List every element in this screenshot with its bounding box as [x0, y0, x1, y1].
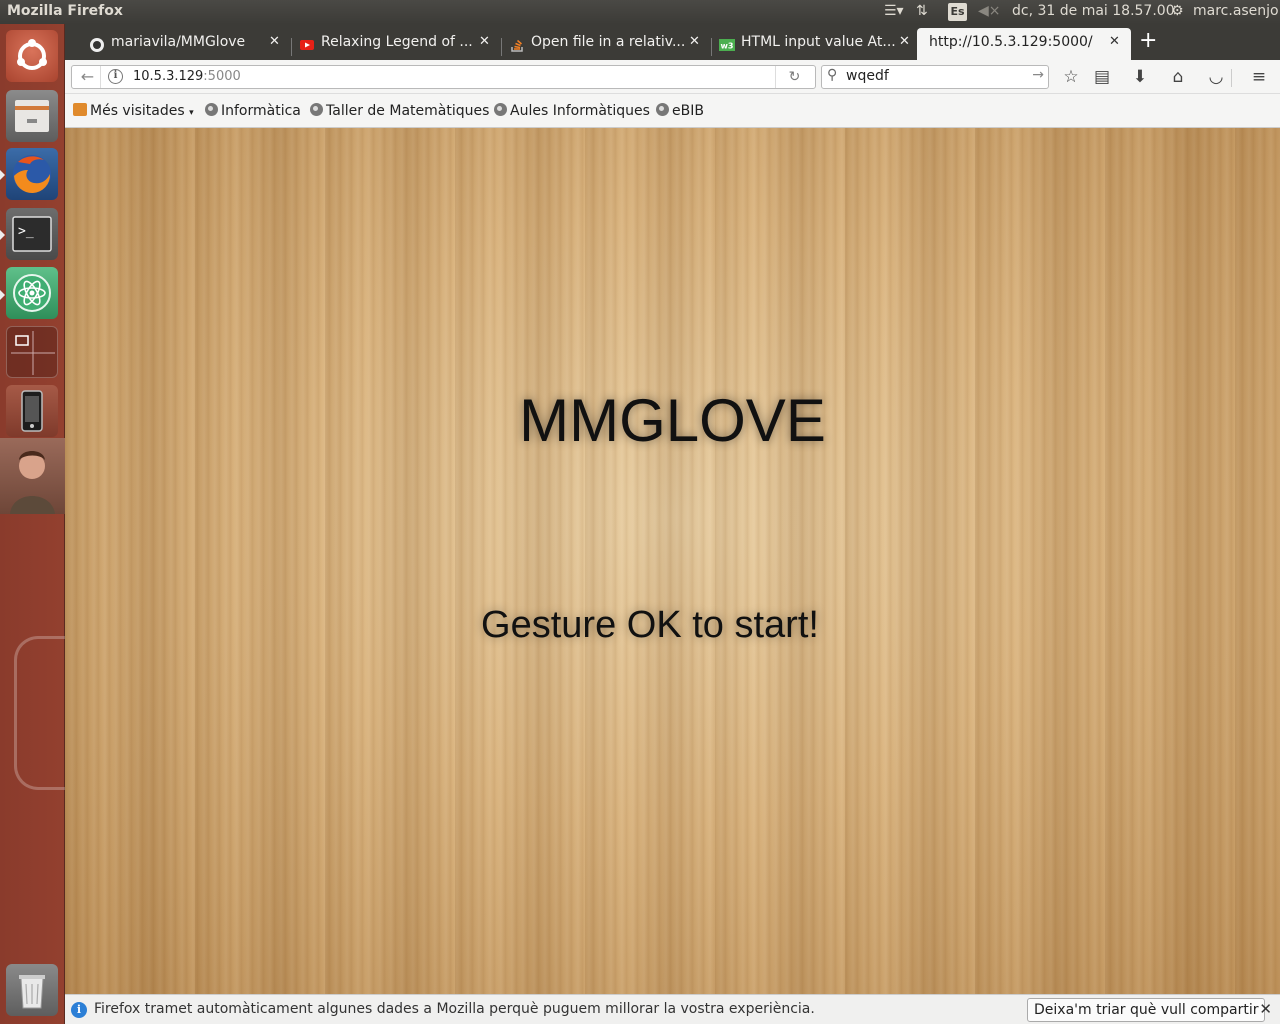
close-tab-icon[interactable]: ✕: [479, 34, 490, 49]
svg-text:>_: >_: [18, 224, 34, 239]
search-icon: ⚲: [827, 67, 838, 83]
running-indicator: [0, 230, 5, 240]
site-info-icon[interactable]: i: [108, 69, 123, 84]
url-port: :5000: [203, 69, 241, 84]
bookmark-aules-informatiques[interactable]: Aules Informàtiques: [494, 103, 650, 119]
trash-icon[interactable]: [6, 964, 58, 1016]
tab-label: Relaxing Legend of ...: [321, 34, 473, 50]
tab-mmglove-github[interactable]: mariavila/MMGlove ✕: [81, 28, 291, 60]
w3schools-icon: w3: [719, 37, 735, 53]
navigation-bar: ← i 10.5.3.129:5000 ↻ ⚲ wqedf → ☆ ▤ ⬇ ⌂ …: [65, 60, 1280, 94]
bookmark-label: Aules Informàtiques: [510, 103, 650, 119]
terminal-icon[interactable]: >_: [6, 208, 58, 260]
window-title: Mozilla Firefox: [7, 3, 123, 19]
home-icon[interactable]: ⌂: [1165, 65, 1191, 89]
tab-label: mariavila/MMGlove: [111, 34, 246, 50]
svg-text:w3: w3: [721, 42, 734, 51]
stackoverflow-icon: [509, 37, 525, 53]
url-text[interactable]: 10.5.3.129:5000: [133, 69, 241, 84]
back-arrow-icon[interactable]: ←: [75, 66, 101, 88]
files-icon[interactable]: [6, 90, 58, 142]
top-panel: Mozilla Firefox ☰▾ ⇅ Es ◀× dc, 31 de mai…: [0, 0, 1280, 24]
keyboard-layout-indicator[interactable]: Es: [948, 3, 967, 21]
tab-stackoverflow[interactable]: Open file in a relativ... ✕: [501, 28, 711, 60]
globe-icon: [205, 103, 218, 116]
downloads-arrow-icon[interactable]: ⬇: [1127, 65, 1153, 89]
youtube-icon: [299, 37, 315, 53]
notification-message: Firefox tramet automàticament algunes da…: [94, 1001, 815, 1017]
workspace-switcher-icon[interactable]: [6, 326, 58, 378]
bookmarks-toolbar: Més visitades ▾ Informàtica Taller de Ma…: [65, 94, 1280, 128]
github-icon: [89, 37, 105, 53]
user-photo-icon[interactable]: [0, 438, 65, 514]
close-notification-icon[interactable]: ✕: [1259, 1000, 1272, 1018]
phone-icon[interactable]: [6, 385, 58, 437]
search-bar[interactable]: ⚲ wqedf →: [821, 65, 1049, 89]
choose-what-to-share-button[interactable]: Deixa'm triar què vull compartir: [1027, 998, 1266, 1022]
network-icon[interactable]: ⇅: [916, 3, 928, 19]
info-icon: i: [71, 1002, 87, 1018]
bookmarks-list-icon[interactable]: ▤: [1089, 65, 1115, 89]
hamburger-menu-icon[interactable]: ≡: [1246, 65, 1272, 89]
globe-icon: [494, 103, 507, 116]
data-reporting-notification: i Firefox tramet automàticament algunes …: [65, 994, 1280, 1024]
url-bar[interactable]: ← i 10.5.3.129:5000 ↻: [71, 65, 816, 89]
firefox-icon[interactable]: [6, 148, 58, 200]
bookmark-label: Taller de Matemàtiques: [326, 103, 490, 119]
search-input-value[interactable]: wqedf: [846, 68, 889, 84]
bookmark-taller-matematiques[interactable]: Taller de Matemàtiques: [310, 103, 489, 119]
bookmark-informatica[interactable]: Informàtica: [205, 103, 301, 119]
volume-muted-icon[interactable]: ◀×: [978, 3, 1001, 19]
bookmark-label: eBIB: [672, 103, 704, 119]
clock[interactable]: dc, 31 de mai 18.57.00: [1012, 3, 1175, 19]
bookmark-label: Informàtica: [221, 103, 301, 119]
tab-label: Open file in a relativ...: [531, 34, 686, 50]
tab-strip: mariavila/MMGlove ✕ Relaxing Legend of .…: [65, 24, 1280, 60]
bookmark-most-visited[interactable]: Més visitades ▾: [73, 103, 194, 119]
tab-relaxing-legend[interactable]: Relaxing Legend of ... ✕: [291, 28, 501, 60]
url-host: 10.5.3.129: [133, 69, 204, 84]
globe-icon: [310, 103, 323, 116]
ubuntu-dash-icon[interactable]: [6, 30, 58, 82]
unity-launcher: >_: [0, 24, 66, 1024]
close-tab-icon[interactable]: ✕: [269, 34, 280, 49]
new-tab-icon[interactable]: +: [1139, 28, 1157, 53]
running-indicator: [0, 290, 5, 300]
tab-label: http://10.5.3.129:5000/: [929, 34, 1093, 50]
search-go-arrow-icon[interactable]: →: [1032, 67, 1044, 83]
toolbar-separator: [1231, 69, 1232, 87]
bookmark-star-icon[interactable]: ☆: [1058, 65, 1084, 89]
settings-gear-icon[interactable]: ⚙: [1171, 3, 1184, 19]
close-tab-icon[interactable]: ✕: [1109, 34, 1120, 49]
page-title: MMGLOVE: [519, 387, 826, 454]
tab-w3schools[interactable]: w3 HTML input value At... ✕: [711, 28, 921, 60]
dropdown-arrow-icon: ▾: [189, 108, 194, 118]
globe-icon: [656, 103, 669, 116]
tab-active-mmglove[interactable]: http://10.5.3.129:5000/ ✕: [917, 28, 1131, 60]
menu-indicator-icon[interactable]: ☰▾: [884, 3, 904, 19]
close-tab-icon[interactable]: ✕: [899, 34, 910, 49]
page-content: MMGLOVE Gesture OK to start!: [65, 128, 1280, 994]
launcher-drag-hint: [14, 636, 66, 790]
folder-icon: [73, 103, 87, 116]
close-tab-icon[interactable]: ✕: [689, 34, 700, 49]
start-instruction: Gesture OK to start!: [481, 604, 819, 646]
reload-icon[interactable]: ↻: [775, 66, 813, 88]
atom-icon[interactable]: [6, 267, 58, 319]
user-name[interactable]: marc.asenjo: [1193, 3, 1279, 19]
bookmark-label: Més visitades: [90, 103, 185, 119]
pocket-icon[interactable]: ◡: [1203, 65, 1229, 89]
bookmark-ebib[interactable]: eBIB: [656, 103, 704, 119]
tab-label: HTML input value At...: [741, 34, 896, 50]
running-indicator: [0, 170, 5, 180]
